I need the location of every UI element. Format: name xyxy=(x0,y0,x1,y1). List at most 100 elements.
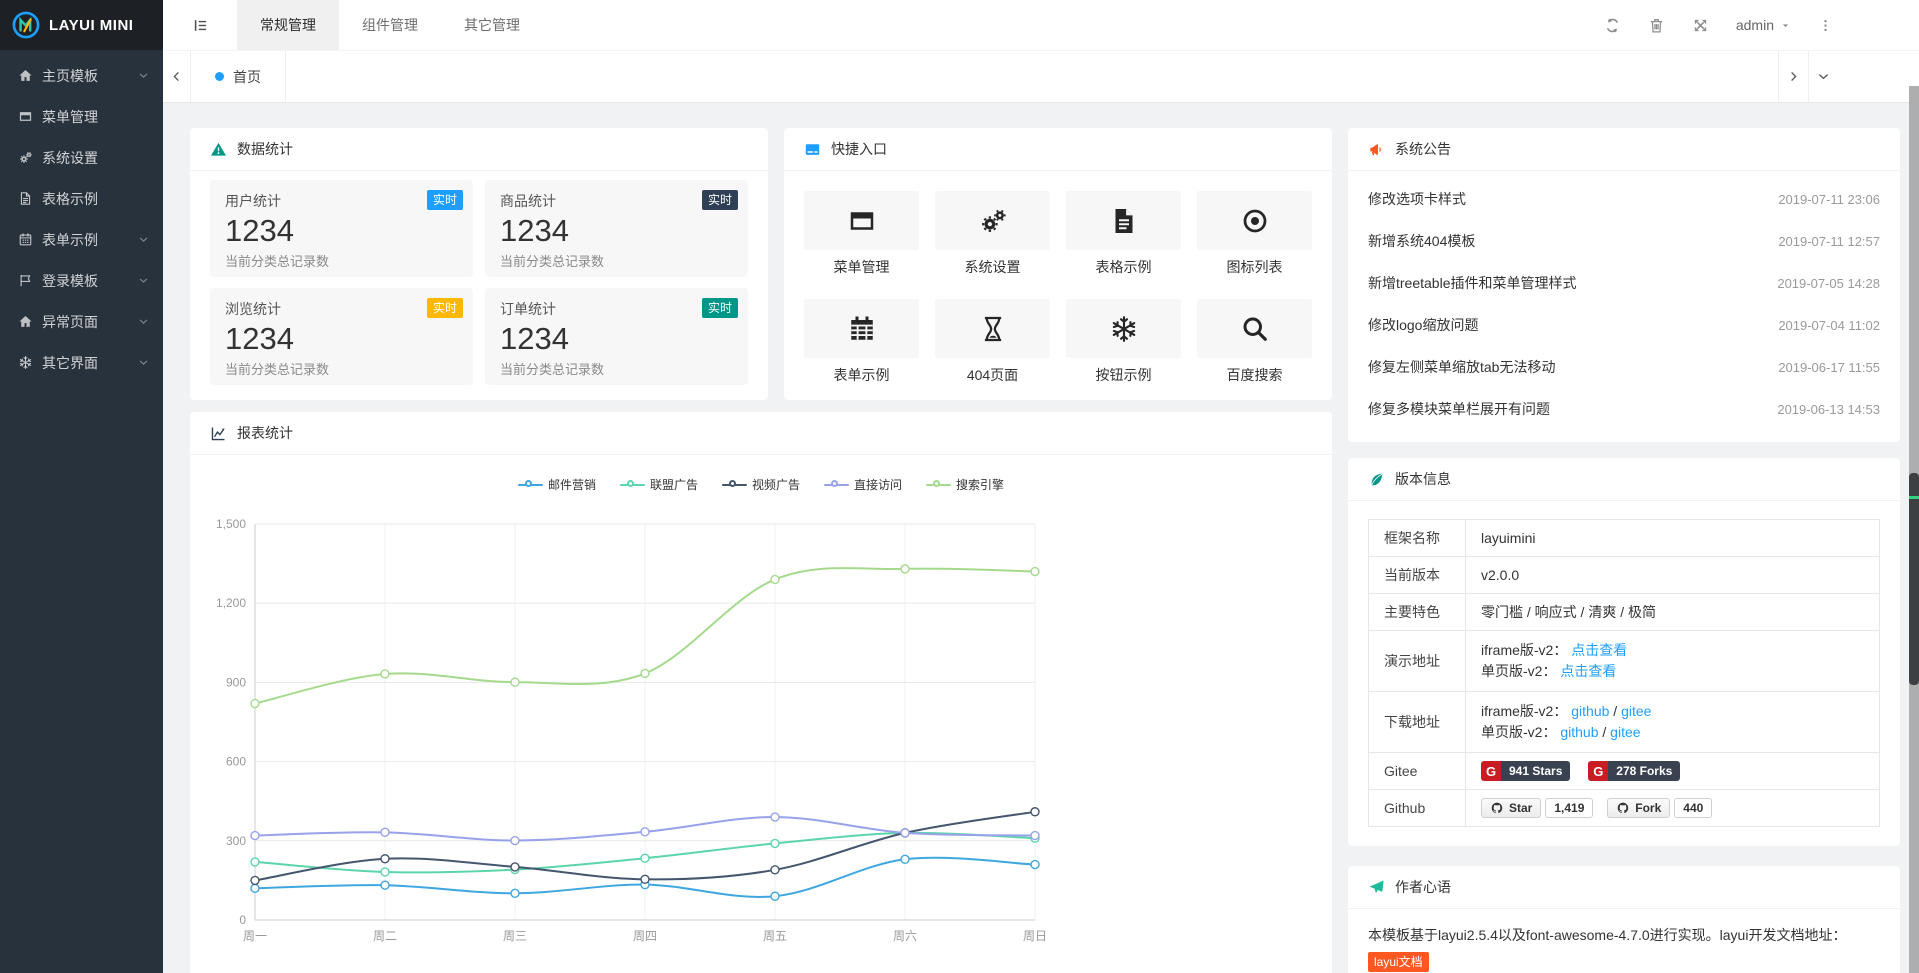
notice-item[interactable]: 修复左侧菜单缩放tab无法移动 2019-06-17 11:55 xyxy=(1368,346,1880,388)
gitee-icon: G xyxy=(1481,761,1501,781)
quick-entry-header: 快捷入口 xyxy=(784,128,1332,171)
sidebar-item-table-example[interactable]: 表格示例 xyxy=(0,178,163,219)
notice-item[interactable]: 新增系统404模板 2019-07-11 12:57 xyxy=(1368,220,1880,262)
sidebar-item-login-template[interactable]: 登录模板 xyxy=(0,260,163,301)
logo-icon xyxy=(11,10,41,40)
report-statistics-card: 报表统计 邮件营销联盟广告视频广告直接访问搜索引擎 03006009001,20… xyxy=(190,412,1332,973)
quick-entry-menu[interactable]: 菜单管理 xyxy=(804,191,919,277)
more-vertical-icon[interactable] xyxy=(1818,17,1833,34)
home-icon xyxy=(18,68,33,83)
quick-grid: 菜单管理 系统设置 表格示例 图标列表 xyxy=(784,171,1332,385)
github-link[interactable]: github xyxy=(1571,703,1609,719)
sidebar-item-home-template[interactable]: 主页模板 xyxy=(0,55,163,96)
menu-fold-button[interactable] xyxy=(163,0,237,50)
top-tab-general[interactable]: 常规管理 xyxy=(237,0,339,50)
sidebar-item-form-example[interactable]: 表单示例 xyxy=(0,219,163,260)
legend-marker xyxy=(722,480,747,490)
vertical-scrollbar-thumb[interactable] xyxy=(1909,473,1919,685)
stat-box-goods[interactable]: 商品统计 实时 1234 当前分类总记录数 xyxy=(485,180,748,277)
gitee-link[interactable]: gitee xyxy=(1610,724,1640,740)
legend-item[interactable]: 联盟广告 xyxy=(620,477,698,492)
github-fork-count[interactable]: 440 xyxy=(1674,798,1712,818)
stat-grid: 用户统计 实时 1234 当前分类总记录数 商品统计 实时 1234 当前分类总… xyxy=(190,171,768,385)
svg-text:周五: 周五 xyxy=(763,929,787,943)
active-tab-dot xyxy=(215,72,224,81)
trash-icon[interactable] xyxy=(1648,17,1665,34)
stat-box-users[interactable]: 用户统计 实时 1234 当前分类总记录数 xyxy=(210,180,473,277)
notice-item[interactable]: 新增treetable插件和菜单管理样式 2019-07-05 14:28 xyxy=(1368,262,1880,304)
github-link[interactable]: github xyxy=(1560,724,1598,740)
tab-home[interactable]: 首页 xyxy=(191,51,286,102)
legend-marker xyxy=(518,480,543,490)
gitee-stars-badge[interactable]: G 941 Stars xyxy=(1481,761,1570,781)
legend-marker xyxy=(620,480,645,490)
legend-item[interactable]: 搜索引擎 xyxy=(926,477,1004,492)
sidebar-item-system-settings[interactable]: 系统设置 xyxy=(0,137,163,178)
chevron-right-icon xyxy=(1787,70,1800,83)
chevron-down-icon xyxy=(138,234,149,245)
notice-item[interactable]: 修改选项卡样式 2019-07-11 23:06 xyxy=(1368,178,1880,220)
fullscreen-icon[interactable] xyxy=(1692,17,1709,34)
github-fork-button[interactable]: Fork xyxy=(1607,798,1670,818)
chevron-down-icon xyxy=(138,357,149,368)
svg-text:周二: 周二 xyxy=(373,929,397,943)
quick-entry-404[interactable]: 404页面 xyxy=(935,299,1050,385)
top-tab-other[interactable]: 其它管理 xyxy=(441,0,543,50)
sidebar-item-error-pages[interactable]: 异常页面 xyxy=(0,301,163,342)
svg-text:1,500: 1,500 xyxy=(216,517,246,531)
tab-scroll-left-button[interactable] xyxy=(163,51,191,102)
card-title: 版本信息 xyxy=(1395,469,1451,489)
github-icon xyxy=(1490,801,1504,815)
github-star-count[interactable]: 1,419 xyxy=(1545,798,1593,818)
stat-box-orders[interactable]: 订单统计 实时 1234 当前分类总记录数 xyxy=(485,288,748,385)
github-star-button[interactable]: Star xyxy=(1481,798,1541,818)
stat-box-views[interactable]: 浏览统计 实时 1234 当前分类总记录数 xyxy=(210,288,473,385)
quick-entry-icons[interactable]: 图标列表 xyxy=(1197,191,1312,277)
user-dropdown[interactable]: admin xyxy=(1736,17,1791,33)
chevron-down-icon xyxy=(138,275,149,286)
calendar-icon xyxy=(847,314,877,344)
legend-item[interactable]: 直接访问 xyxy=(824,477,902,492)
home-icon xyxy=(18,314,33,329)
tab-operations-dropdown[interactable] xyxy=(1808,51,1838,102)
status-badge: 实时 xyxy=(427,190,463,210)
status-badge: 实时 xyxy=(702,298,738,318)
sidebar: LAYUI MINI 主页模板 菜单管理 系统设置 表格示例 表单示例 登录模板 xyxy=(0,0,163,973)
notice-item[interactable]: 修改logo缩放问题 2019-07-04 11:02 xyxy=(1368,304,1880,346)
legend-marker xyxy=(926,480,951,490)
logo[interactable]: LAYUI MINI xyxy=(0,0,163,50)
table-row: 框架名称 layuimini xyxy=(1369,520,1880,557)
chevron-down-icon xyxy=(138,316,149,327)
flag-icon xyxy=(18,273,33,288)
table-row: 演示地址 iframe版-v2： 点击查看 单页版-v2： 点击查看 xyxy=(1369,631,1880,692)
line-chart[interactable]: 03006009001,2001,500周一周二周三周四周五周六周日 xyxy=(190,500,1050,960)
layui-doc-badge[interactable]: layui文档 xyxy=(1368,952,1429,972)
demo-iframe-link[interactable]: 点击查看 xyxy=(1571,642,1627,658)
quick-entry-buttons[interactable]: 按钮示例 xyxy=(1066,299,1181,385)
quick-entry-settings[interactable]: 系统设置 xyxy=(935,191,1050,277)
top-tab-components[interactable]: 组件管理 xyxy=(339,0,441,50)
tab-scroll-right-button[interactable] xyxy=(1778,51,1808,102)
notice-item[interactable]: 修复多模块菜单栏展开有问题 2019-06-13 14:53 xyxy=(1368,388,1880,430)
snowflake-icon xyxy=(18,355,33,370)
author-body: 本模板基于layui2.5.4以及font-awesome-4.7.0进行实现。… xyxy=(1348,909,1900,973)
quick-entry-form[interactable]: 表单示例 xyxy=(804,299,919,385)
legend-item[interactable]: 邮件营销 xyxy=(518,477,596,492)
gitee-forks-badge[interactable]: G 278 Forks xyxy=(1588,761,1680,781)
caret-down-icon xyxy=(1780,20,1791,31)
sidebar-item-menu-management[interactable]: 菜单管理 xyxy=(0,96,163,137)
leaf-icon xyxy=(1368,471,1385,488)
refresh-icon[interactable] xyxy=(1604,17,1621,34)
sidebar-item-other-pages[interactable]: 其它界面 xyxy=(0,342,163,383)
report-header: 报表统计 xyxy=(190,412,1332,455)
quick-entry-baidu[interactable]: 百度搜索 xyxy=(1197,299,1312,385)
version-info-card: 版本信息 框架名称 layuimini 当前版本 v2.0.0 主要特色 零门槛… xyxy=(1348,458,1900,846)
svg-text:0: 0 xyxy=(239,913,246,927)
demo-onepage-link[interactable]: 点击查看 xyxy=(1560,663,1616,679)
legend-item[interactable]: 视频广告 xyxy=(722,477,800,492)
notice-header: 系统公告 xyxy=(1348,128,1900,171)
quick-entry-card: 快捷入口 菜单管理 系统设置 表格示例 xyxy=(784,128,1332,400)
quick-entry-table[interactable]: 表格示例 xyxy=(1066,191,1181,277)
gitee-link[interactable]: gitee xyxy=(1621,703,1651,719)
paper-plane-icon xyxy=(1368,879,1385,896)
